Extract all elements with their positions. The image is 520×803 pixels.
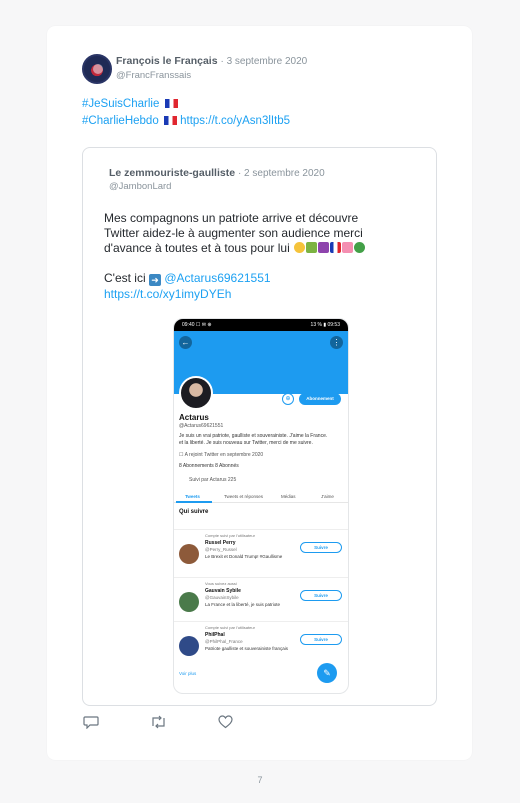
suggested-avatar [179,636,199,656]
quoted-author-name-text[interactable]: Le zemmouriste-gaulliste [109,167,235,179]
author-name[interactable]: François le Français · 3 septembre 2020 [116,55,307,67]
suggested-account-row: Vous suivez aussi Gauvain Sybile @Gauvai… [174,577,348,622]
quoted-text-line-3: d'avance à toutes et à tous pour lui [104,241,366,255]
compose-icon: ✎ [317,663,337,683]
suggested-context: Vous suivez aussi [205,581,237,586]
author-handle[interactable]: @FrancFranssais [116,70,191,81]
tab-tweets: Tweets [185,494,200,499]
pig-icon [342,242,354,253]
quoted-text-line-1: Mes compagnons un patriote arrive et déc… [104,211,359,225]
french-flag-icon [164,99,178,108]
suggested-context: Compte suivi par l'utilisateur [205,533,255,538]
french-flag-icon [330,242,342,253]
quoted-text-cest-ici: C'est ici [104,271,146,285]
suggested-avatar [179,592,199,612]
tweet-link[interactable]: https://t.co/yAsn3lItb5 [180,115,290,127]
suggested-handle: @GauvainSybile [205,595,239,600]
tab-media: Médias [281,494,296,499]
follow-button: Suivre [300,542,342,553]
like-icon[interactable] [218,715,233,729]
followed-by-text: Suivi par Actarus 225 [189,477,237,483]
author-avatar[interactable] [82,54,112,84]
suggested-account-row: Compte suivi par l'utilisateur PhilPhal … [174,621,348,666]
profile-avatar [179,376,213,410]
suggested-handle: @Perry_Russel [205,547,237,552]
retweet-icon[interactable] [150,715,167,729]
quoted-author-handle[interactable]: @JambonLard [109,181,171,192]
suggested-name: PhilPhal [205,632,225,638]
more-vertical-icon: ⋮ [330,336,343,349]
quoted-text-line-4: C'est ici ➜ @Actarus69621551 [104,271,271,286]
quoted-text-line-3-text: d'avance à toutes et à tous pour lui [104,241,290,255]
phone-status-bar: 09:40 ☐ ✉ ⊕ 13 % ▮ 09:53 [174,319,348,331]
back-arrow-icon: ← [179,336,192,349]
follow-button: Suivre [300,590,342,601]
tab-tweets-replies: Tweets et réponses [224,494,264,499]
profile-joined: ☐ A rejoint Twitter en septembre 2020 [179,452,264,458]
page-number: 7 [257,775,263,785]
hashtag-jesuischarlie[interactable]: #JeSuisCharlie [82,98,159,110]
profile-bio-2: et la liberté. Je suis nouveau sur Twitt… [179,440,313,446]
profile-stats: 8 Abonnements 8 Abonnés [179,463,239,469]
shamrock-icon [354,242,366,253]
cross-icon [318,242,330,253]
profile-bio-1: Je suis un vrai patriote, gaulliste et s… [179,433,328,439]
show-more-link: Voir plus [179,671,197,676]
smiling-face-icon [294,242,306,253]
french-flag-icon [163,116,177,125]
profile-screenshot[interactable]: 09:40 ☐ ✉ ⊕ 13 % ▮ 09:53 ← ⋮ ⊕ Abonnemen… [174,319,348,693]
suggested-account-row: Compte suivi par l'utilisateur Russel Pe… [174,529,348,574]
quoted-date[interactable]: · 2 septembre 2020 [238,168,325,179]
active-tab-indicator [176,501,212,503]
following-button: Abonnement [299,393,341,405]
suggested-bio: Le Brexit et Donald Trump! #Gaullisme [205,554,283,559]
profile-name: Actarus [179,413,209,422]
author-name-text[interactable]: François le Français [116,55,218,67]
suggested-name: Russel Perry [205,540,236,546]
status-right: 13 % ▮ 09:53 [310,322,340,328]
herb-icon [306,242,318,253]
profile-tabs: Tweets Tweets et réponses Médias J'aime [174,490,348,503]
right-arrow-icon: ➜ [148,274,161,286]
quoted-author-name[interactable]: Le zemmouriste-gaulliste · 2 septembre 2… [109,167,325,179]
suggested-handle: @PhilPhal_France [205,639,243,644]
quoted-tweet[interactable]: Le zemmouriste-gaulliste · 2 septembre 2… [82,147,437,706]
notification-icon: ⊕ [282,393,294,405]
tab-likes: J'aime [321,494,334,499]
tweet-line-1: #JeSuisCharlie [82,98,178,110]
suggested-bio: Patriote gaulliste et souverainiste fran… [205,646,289,651]
suggested-name: Gauvain Sybile [205,588,241,594]
tweet-date[interactable]: · 3 septembre 2020 [220,56,307,67]
tweet-card: François le Français · 3 septembre 2020 … [47,26,472,760]
followed-by: Suivi par Actarus 225 [179,477,236,483]
reply-icon[interactable] [83,715,99,729]
quoted-mention[interactable]: @Actarus69621551 [164,271,270,285]
suggested-avatar [179,544,199,564]
follow-button: Suivre [300,634,342,645]
profile-handle: @Actarus69621551 [179,423,224,429]
hashtag-charliehebdo[interactable]: #CharlieHebdo [82,115,159,127]
suggested-context: Compte suivi par l'utilisateur [205,625,255,630]
quoted-link[interactable]: https://t.co/xy1imyDYEh [104,287,231,301]
status-left: 09:40 ☐ ✉ ⊕ [182,322,212,328]
tweet-line-2: #CharlieHebdo https://t.co/yAsn3lItb5 [82,115,290,127]
suggested-bio: La France et la liberté, je suis patriot… [205,602,281,607]
quoted-text-line-2: Twitter aidez-le à augmenter son audienc… [104,226,363,240]
who-to-follow-title: Qui suivre [179,509,209,515]
